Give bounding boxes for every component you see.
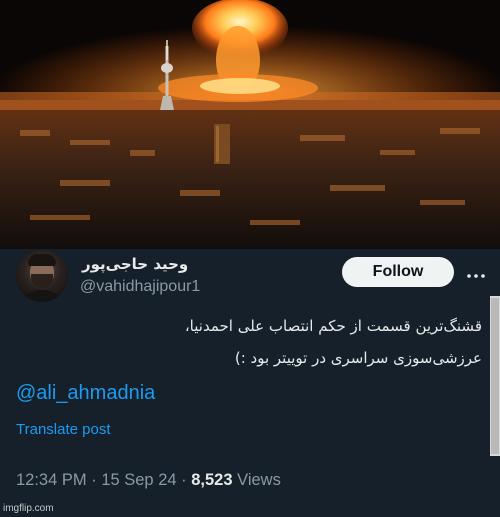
tweet-time[interactable]: 12:34 PM	[16, 471, 87, 489]
watermark: imgflip.com	[3, 503, 54, 514]
avatar[interactable]	[16, 250, 68, 302]
meta-separator: ·	[91, 471, 97, 489]
scrollbar[interactable]	[490, 296, 500, 456]
meta-separator-2: ·	[181, 471, 187, 489]
tweet-date[interactable]: 15 Sep 24	[101, 471, 176, 489]
explosion-city-image	[0, 0, 500, 249]
more-options-button[interactable]	[465, 261, 487, 283]
follow-button[interactable]: Follow	[342, 257, 454, 287]
tweet-meta: 12:34 PM · 15 Sep 24 · 8,523 Views	[16, 471, 281, 490]
user-handle[interactable]: @vahidhajipour1	[80, 278, 200, 296]
tweet-text-line-1: قشنگ‌ترین قسمت از حکم انتصاب علی احمدنیا…	[184, 317, 482, 335]
display-name[interactable]: وحید حاجی‌پور	[82, 255, 188, 273]
tweet-photo[interactable]	[0, 0, 500, 249]
tweet-text-line-2: عرزشی‌سوزی سراسری در توییتر بود :)	[234, 349, 482, 367]
mention-link[interactable]: @ali_ahmadnia	[16, 382, 155, 405]
scrollbar-thumb[interactable]	[491, 298, 499, 454]
translate-post-link[interactable]: Translate post	[16, 421, 111, 438]
views-label: Views	[237, 471, 281, 489]
more-dots-icon	[467, 263, 485, 282]
views-count: 8,523	[191, 471, 233, 489]
